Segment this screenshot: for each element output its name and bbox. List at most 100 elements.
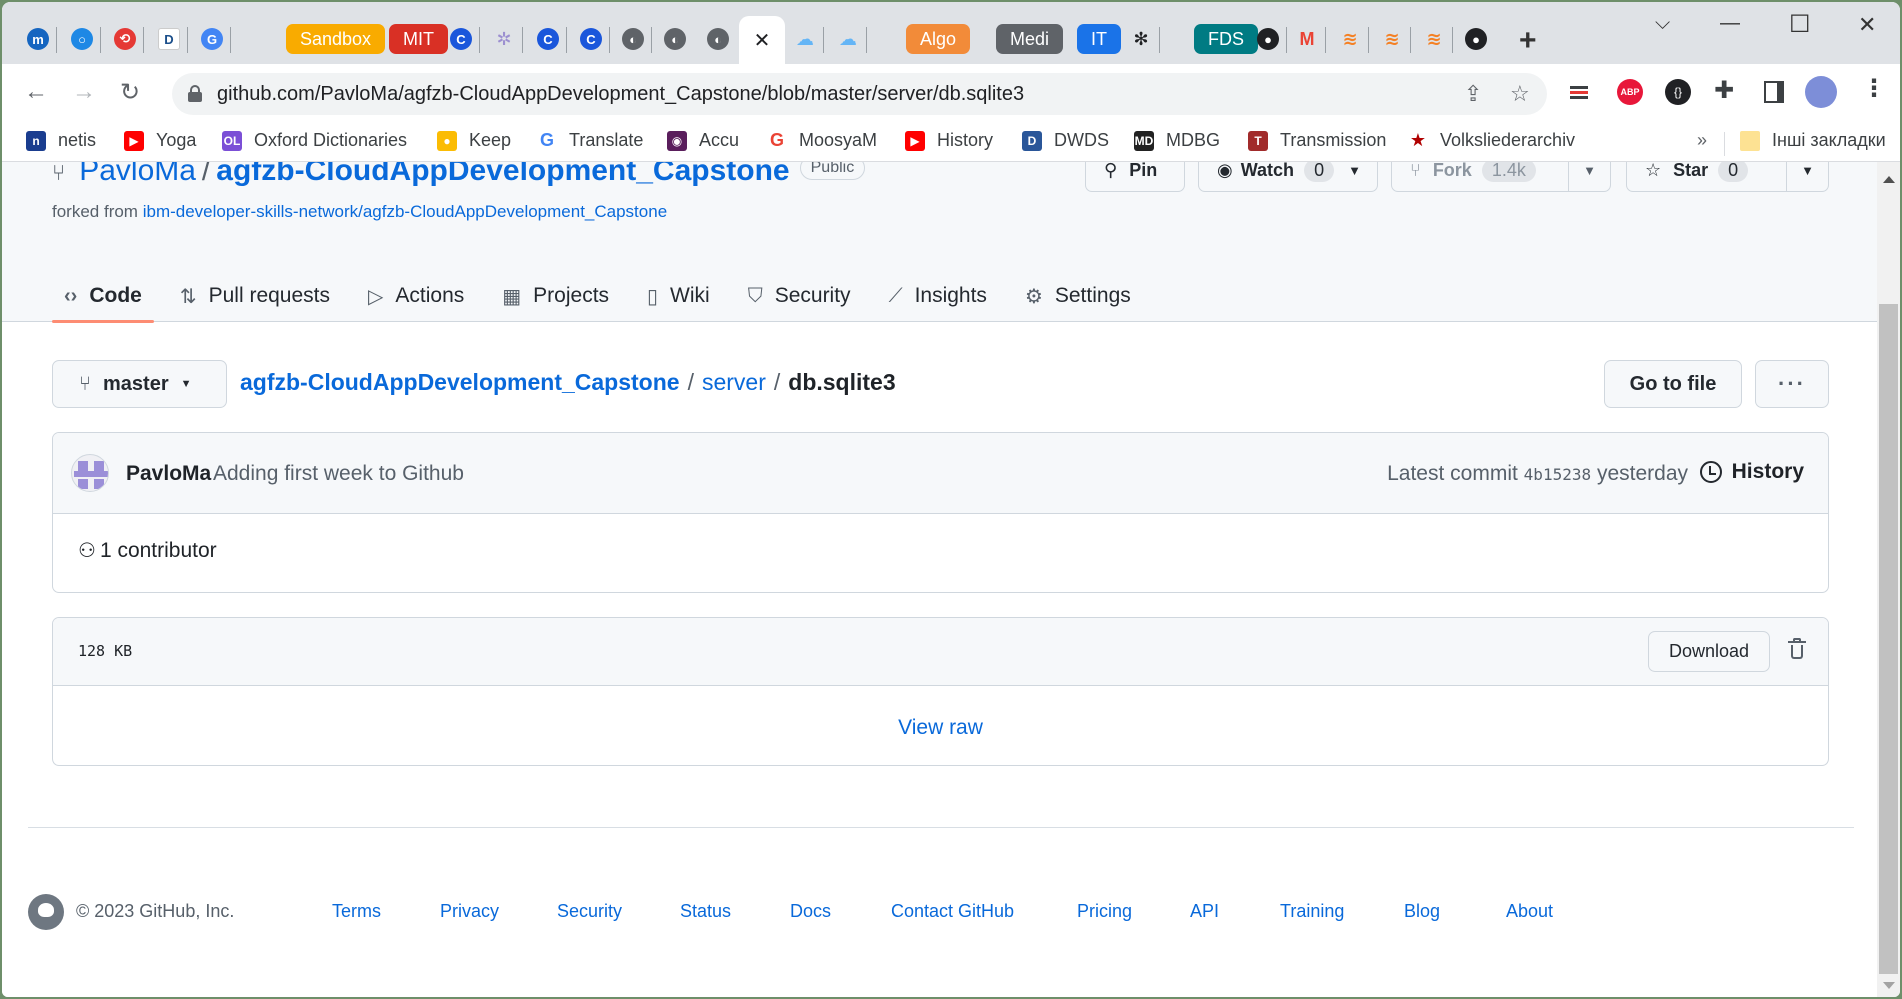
tab-search-icon[interactable]: ⌵: [1655, 12, 1670, 35]
footer-link-docs[interactable]: Docs: [790, 901, 831, 922]
history-link[interactable]: History: [1699, 460, 1804, 484]
bookmark-item[interactable]: OL Oxford Dictionaries: [222, 130, 407, 151]
active-tab[interactable]: ✕: [739, 16, 785, 64]
other-bookmarks-folder[interactable]: Інші закладки: [1740, 130, 1886, 151]
tab-settings[interactable]: ⚙ Settings: [1013, 270, 1143, 322]
footer-link-contact-github[interactable]: Contact GitHub: [891, 901, 1014, 922]
browser-tab[interactable]: ○: [71, 20, 93, 58]
browser-tab[interactable]: D: [158, 20, 180, 58]
tab-manager-extension-icon[interactable]: [1570, 86, 1588, 100]
profile-avatar[interactable]: [1805, 76, 1837, 108]
commit-author-link[interactable]: PavloMa: [126, 462, 211, 486]
bookmark-item[interactable]: MD MDBG: [1134, 130, 1220, 151]
browser-tab[interactable]: C: [580, 20, 602, 58]
bookmark-item[interactable]: G Translate: [537, 130, 643, 151]
watch-button[interactable]: ◉ Watch 0 ▼: [1198, 162, 1378, 192]
tab-security[interactable]: ⛉ Security: [736, 270, 863, 322]
browser-menu-icon[interactable]: ⋮: [1862, 74, 1886, 103]
tab-projects[interactable]: ▦ Projects: [490, 270, 621, 322]
more-options-button[interactable]: ···: [1755, 360, 1829, 408]
share-icon[interactable]: ⇪: [1464, 81, 1482, 107]
browser-tab[interactable]: ◐: [664, 20, 686, 58]
footer-link-security[interactable]: Security: [557, 901, 622, 922]
github-logo-icon[interactable]: [28, 894, 64, 930]
view-raw-link[interactable]: View raw: [53, 716, 1828, 740]
commit-message-link[interactable]: Adding first week to Github: [213, 462, 464, 486]
footer-link-about[interactable]: About: [1506, 901, 1553, 922]
side-panel-icon[interactable]: [1764, 81, 1784, 103]
bookmarks-overflow-icon[interactable]: »: [1697, 130, 1707, 151]
scroll-down-icon[interactable]: [1883, 982, 1895, 989]
delete-file-icon[interactable]: [1788, 638, 1806, 660]
footer-link-status[interactable]: Status: [680, 901, 731, 922]
tab-insights[interactable]: ⟋ Insights: [877, 270, 999, 322]
browser-tab[interactable]: C: [537, 20, 559, 58]
browser-tab[interactable]: IT: [1077, 20, 1121, 58]
browser-tab[interactable]: ☁: [837, 20, 859, 58]
footer-link-training[interactable]: Training: [1280, 901, 1344, 922]
contributors[interactable]: ⚇ 1 contributor: [78, 538, 217, 563]
close-tab-icon[interactable]: ✕: [754, 28, 771, 53]
download-button[interactable]: Download: [1648, 631, 1770, 672]
star-button[interactable]: ☆ Star 0 ▼: [1626, 162, 1829, 192]
tab-wiki[interactable]: ▯ Wiki: [635, 270, 722, 322]
browser-tab[interactable]: Algo: [906, 20, 971, 58]
repo-name-link[interactable]: agfzb-CloudAppDevelopment_Capstone: [216, 162, 789, 187]
repo-owner-link[interactable]: PavloMa: [79, 162, 196, 187]
browser-tab[interactable]: ≋: [1381, 20, 1403, 58]
star-caret-icon[interactable]: ▼: [1786, 162, 1828, 191]
close-window-icon[interactable]: ✕: [1858, 12, 1876, 38]
scrollbar-thumb[interactable]: [1879, 304, 1898, 974]
branch-selector[interactable]: ⑂ master ▼: [52, 360, 227, 408]
forked-from-link[interactable]: ibm-developer-skills-network/agfzb-Cloud…: [143, 202, 667, 221]
footer-link-api[interactable]: API: [1190, 901, 1219, 922]
bookmark-star-icon[interactable]: ☆: [1510, 81, 1530, 107]
pin-button[interactable]: ⚲ Pin: [1085, 162, 1185, 192]
browser-tab[interactable]: m: [27, 20, 49, 58]
footer-link-blog[interactable]: Blog: [1404, 901, 1440, 922]
bookmark-item[interactable]: T Transmission: [1248, 130, 1386, 151]
bookmark-item[interactable]: ▶ Yoga: [124, 130, 196, 151]
footer-link-terms[interactable]: Terms: [332, 901, 381, 922]
bookmark-item[interactable]: ★ Volksliederarchiv: [1408, 130, 1575, 151]
browser-tab[interactable]: ✲: [493, 20, 515, 58]
address-bar[interactable]: github.com/PavloMa/agfzb-CloudAppDevelop…: [172, 73, 1547, 115]
tab-code[interactable]: ‹› Code: [52, 270, 154, 323]
browser-tab[interactable]: Sandbox: [286, 20, 386, 58]
browser-tab[interactable]: ✻: [1130, 20, 1152, 58]
browser-tab[interactable]: Medi: [996, 20, 1064, 58]
browser-tab[interactable]: G: [201, 20, 223, 58]
tab-pull-requests[interactable]: ⇅ Pull requests: [168, 270, 342, 322]
breadcrumb-folder-link[interactable]: server: [702, 369, 766, 395]
json-viewer-icon[interactable]: {}: [1665, 79, 1691, 105]
bookmark-item[interactable]: ▶ History: [905, 130, 993, 151]
minimize-icon[interactable]: —: [1720, 12, 1740, 35]
browser-tab[interactable]: C: [450, 20, 472, 58]
browser-tab[interactable]: ≋: [1423, 20, 1445, 58]
bookmark-item[interactable]: G MoosyaM: [767, 130, 877, 151]
commit-sha-link[interactable]: 4b15238: [1524, 465, 1591, 484]
browser-tab[interactable]: ◐: [707, 20, 729, 58]
browser-tab[interactable]: FDS: [1194, 20, 1258, 58]
footer-link-privacy[interactable]: Privacy: [440, 901, 499, 922]
adblock-icon[interactable]: ABP: [1617, 79, 1643, 105]
bookmark-item[interactable]: D DWDS: [1022, 130, 1109, 151]
author-avatar[interactable]: [71, 454, 109, 492]
tab-actions[interactable]: ▷ Actions: [356, 270, 476, 322]
go-to-file-button[interactable]: Go to file: [1604, 360, 1742, 408]
url-text[interactable]: github.com/PavloMa/agfzb-CloudAppDevelop…: [217, 83, 1024, 106]
browser-tab[interactable]: M: [1296, 20, 1318, 58]
browser-tab[interactable]: ⟲: [114, 20, 136, 58]
bookmark-item[interactable]: ◉ Accu: [667, 130, 739, 151]
browser-tab[interactable]: MIT: [389, 20, 448, 58]
browser-tab[interactable]: ◐: [622, 20, 644, 58]
fork-caret-icon[interactable]: ▼: [1568, 162, 1610, 191]
browser-tab[interactable]: ☁: [794, 20, 816, 58]
browser-tab[interactable]: ●: [1257, 20, 1279, 58]
browser-tab[interactable]: ●: [1465, 20, 1487, 58]
footer-link-pricing[interactable]: Pricing: [1077, 901, 1132, 922]
forward-icon[interactable]: →: [72, 78, 96, 106]
page-scrollbar[interactable]: [1877, 162, 1900, 997]
maximize-icon[interactable]: ☐: [1789, 10, 1811, 39]
new-tab-button[interactable]: +: [1519, 24, 1537, 58]
